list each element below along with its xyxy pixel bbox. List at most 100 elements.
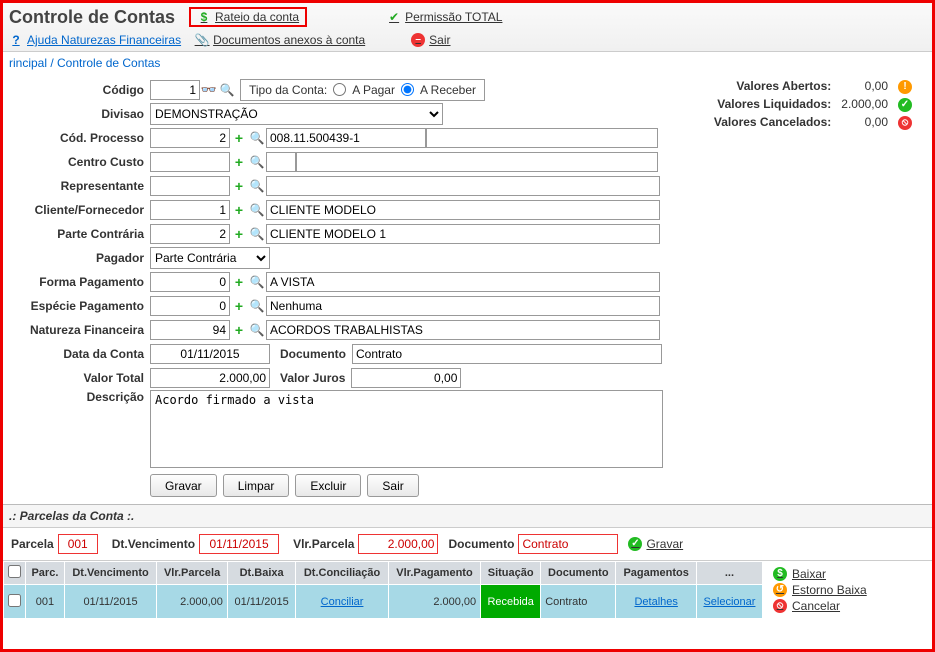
add-icon[interactable]: + [230, 225, 248, 243]
limpar-button[interactable]: Limpar [223, 474, 290, 497]
cell-concil: Conciliar [296, 585, 388, 619]
centrocusto-desc-input[interactable] [296, 152, 658, 172]
select-all-checkbox[interactable] [8, 565, 21, 578]
codprocesso-input[interactable] [150, 128, 230, 148]
add-icon[interactable]: + [230, 129, 248, 147]
add-icon[interactable]: + [230, 297, 248, 315]
detalhes-link[interactable]: Detalhes [634, 596, 677, 608]
sair-button[interactable]: Sair [367, 474, 418, 497]
dollar-icon: $ [197, 10, 211, 24]
binoculars-icon[interactable]: 👓 [200, 81, 218, 99]
search-icon[interactable]: 🔍 [248, 321, 266, 339]
check-icon: ✔ [387, 10, 401, 24]
search-icon[interactable]: 🔍 [248, 129, 266, 147]
cancelar-action[interactable]: ⦸ Cancelar [773, 599, 867, 613]
breadcrumb[interactable]: rincipal / Controle de Contas [3, 52, 932, 74]
search-icon[interactable]: 🔍 [218, 81, 236, 99]
formapag-input[interactable] [150, 272, 230, 292]
cancel-icon: ⦸ [773, 599, 787, 613]
col-venc[interactable]: Dt.Vencimento [64, 562, 156, 585]
add-icon[interactable]: + [230, 273, 248, 291]
cancelar-label: Cancelar [792, 599, 840, 613]
valortotal-input[interactable] [150, 368, 270, 388]
add-icon[interactable]: + [230, 153, 248, 171]
especie-desc-input[interactable] [266, 296, 660, 316]
divisao-select[interactable]: DEMONSTRAÇÃO [150, 103, 443, 125]
col-pag[interactable]: Vlr.Pagamento [388, 562, 480, 585]
venc-input[interactable] [199, 534, 279, 554]
parcela-input[interactable] [58, 534, 98, 554]
add-icon[interactable]: + [230, 321, 248, 339]
vlr-input[interactable] [358, 534, 438, 554]
search-icon[interactable]: 🔍 [248, 225, 266, 243]
baixar-action[interactable]: $Baixar [773, 567, 867, 581]
estorno-action[interactable]: ↺Estorno Baixa [773, 583, 867, 597]
centrocusto-code-input[interactable] [266, 152, 296, 172]
doc-input[interactable] [518, 534, 618, 554]
anexos-link[interactable]: 📎 Documentos anexos à conta [195, 33, 365, 47]
col-extra[interactable]: ... [696, 562, 762, 585]
venc-label: Dt.Vencimento [112, 537, 195, 551]
row-checkbox[interactable] [8, 594, 21, 607]
col-baixa[interactable]: Dt.Baixa [227, 562, 295, 585]
excluir-button[interactable]: Excluir [295, 474, 361, 497]
search-icon[interactable]: 🔍 [248, 153, 266, 171]
cliente-desc-input[interactable] [266, 200, 660, 220]
sair-link[interactable]: – Sair [411, 33, 450, 47]
parcela-gravar-link[interactable]: ✓ Gravar [628, 537, 683, 551]
baixar-label: Baixar [792, 567, 826, 581]
col-pagamentos[interactable]: Pagamentos [616, 562, 697, 585]
cell-selecionar: Selecionar [696, 585, 762, 619]
divisao-label: Divisao [7, 107, 150, 121]
col-vlr[interactable]: Vlr.Parcela [157, 562, 228, 585]
col-doc[interactable]: Documento [541, 562, 616, 585]
gravar-button[interactable]: Gravar [150, 474, 217, 497]
col-parc[interactable]: Parc. [26, 562, 65, 585]
permissao-link[interactable]: ✔ Permissão TOTAL [387, 10, 502, 24]
selecionar-link[interactable]: Selecionar [703, 596, 755, 608]
codigo-input[interactable] [150, 80, 200, 100]
formapag-desc-input[interactable] [266, 272, 660, 292]
valorjuros-input[interactable] [351, 368, 461, 388]
apagar-radio[interactable] [333, 83, 346, 96]
rateio-link[interactable]: $ Rateio da conta [189, 7, 307, 27]
undo-icon: ↺ [773, 583, 787, 597]
descricao-textarea[interactable]: Acordo firmado a vista [150, 390, 663, 468]
codprocesso-extra-input[interactable] [426, 128, 658, 148]
representante-input[interactable] [150, 176, 230, 196]
ok-icon: ✓ [898, 98, 912, 112]
representante-desc-input[interactable] [266, 176, 660, 196]
cell-venc: 01/11/2015 [64, 585, 156, 619]
page-title: Controle de Contas [9, 7, 175, 28]
natureza-input[interactable] [150, 320, 230, 340]
centrocusto-input[interactable] [150, 152, 230, 172]
table-row[interactable]: 001 01/11/2015 2.000,00 01/11/2015 Conci… [4, 585, 763, 619]
parte-desc-input[interactable] [266, 224, 660, 244]
grid-check-header[interactable] [4, 562, 26, 585]
search-icon[interactable]: 🔍 [248, 177, 266, 195]
abertos-value: 0,00 [837, 78, 892, 94]
cliente-input[interactable] [150, 200, 230, 220]
col-sit[interactable]: Situação [481, 562, 541, 585]
parte-input[interactable] [150, 224, 230, 244]
areceber-radio[interactable] [401, 83, 414, 96]
cancelados-label: Valores Cancelados: [710, 114, 835, 130]
natureza-desc-input[interactable] [266, 320, 660, 340]
anexos-label: Documentos anexos à conta [213, 33, 365, 47]
cell-parc: 001 [26, 585, 65, 619]
pagador-select[interactable]: Parte Contrária [150, 247, 270, 269]
search-icon[interactable]: 🔍 [248, 297, 266, 315]
add-icon[interactable]: + [230, 177, 248, 195]
ajuda-link[interactable]: ? Ajuda Naturezas Financeiras [9, 33, 181, 47]
natureza-label: Natureza Financeira [7, 323, 150, 337]
conciliar-link[interactable]: Conciliar [321, 596, 364, 608]
search-icon[interactable]: 🔍 [248, 201, 266, 219]
liquidados-label: Valores Liquidados: [710, 96, 835, 112]
dataconta-input[interactable] [150, 344, 270, 364]
add-icon[interactable]: + [230, 201, 248, 219]
documento-input[interactable] [352, 344, 662, 364]
search-icon[interactable]: 🔍 [248, 273, 266, 291]
especie-input[interactable] [150, 296, 230, 316]
col-concil[interactable]: Dt.Conciliação [296, 562, 388, 585]
codprocesso-desc-input[interactable] [266, 128, 426, 148]
